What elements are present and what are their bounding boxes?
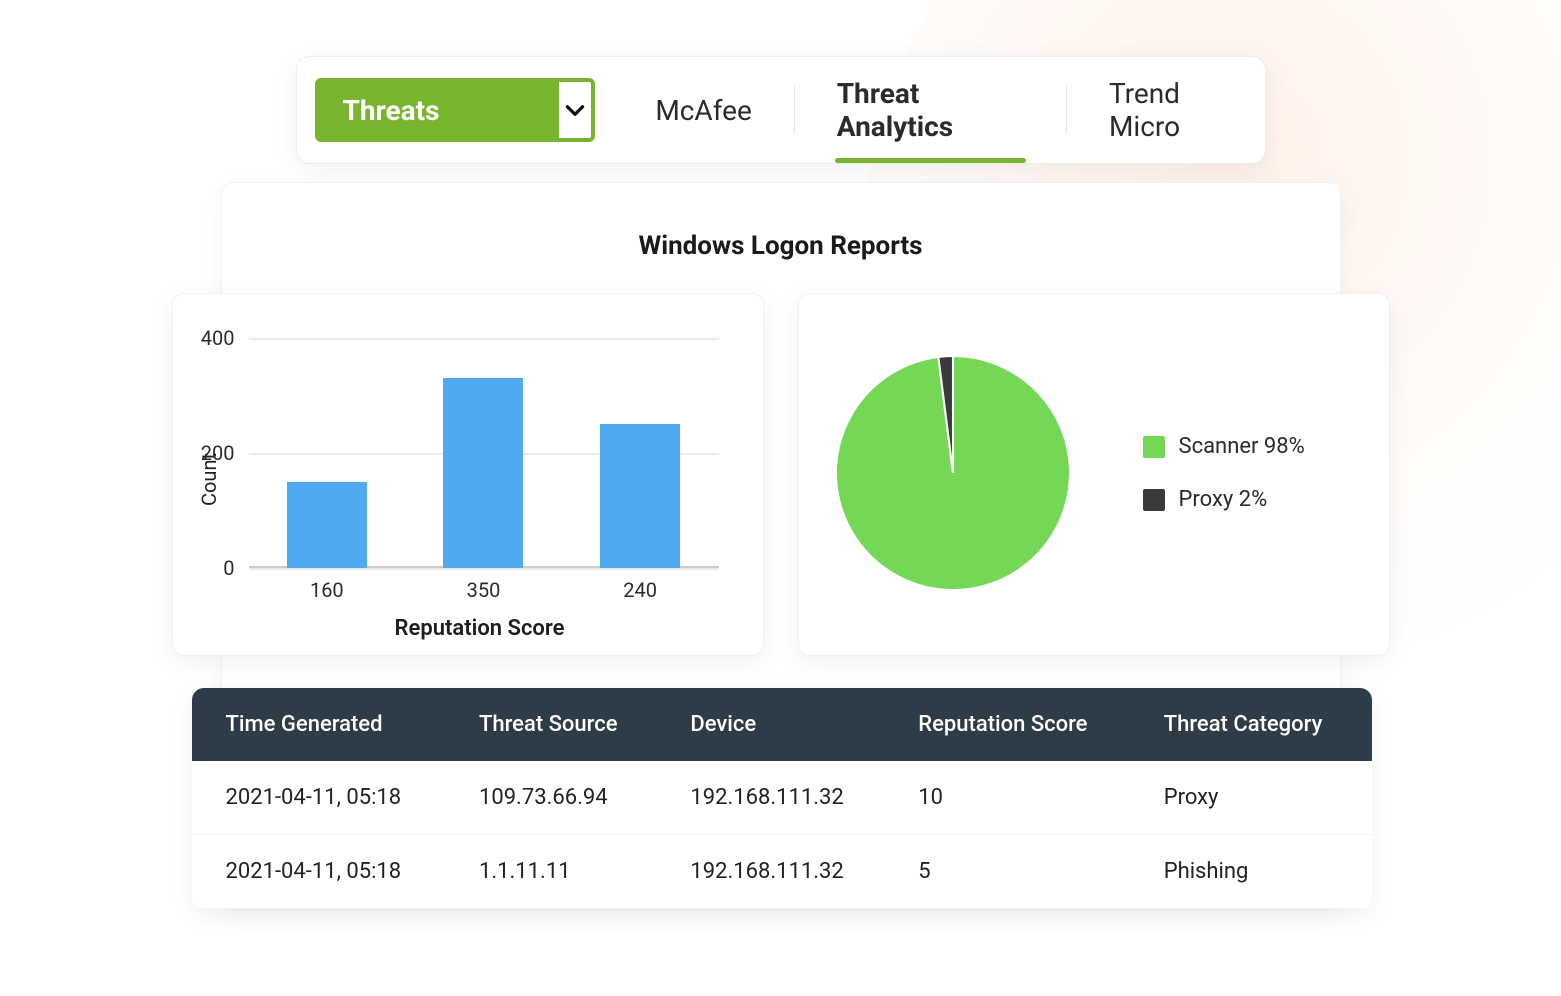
table-row: 2021-04-11, 05:181.1.11.11192.168.111.32… (192, 835, 1372, 909)
pie-chart-legend: Scanner 98% Proxy 2% (1143, 434, 1305, 512)
bar-chart-x-tick: 350 (443, 578, 523, 602)
table-cell: 192.168.111.32 (664, 835, 892, 909)
bar-chart-y-tick: 0 (179, 556, 235, 580)
chevron-down-icon[interactable] (559, 82, 592, 138)
bar-chart-x-axis-label: Reputation Score (221, 616, 739, 641)
bar-chart-x-tick: 160 (287, 578, 367, 602)
pie-chart (823, 343, 1083, 603)
bar-chart: 0200400 160350240 Reputation Score (221, 318, 739, 641)
table-cell: 192.168.111.32 (664, 761, 892, 835)
table-column-header: Reputation Score (892, 688, 1137, 761)
bar-chart-y-tick: 200 (179, 441, 235, 465)
table-cell: 109.73.66.94 (453, 761, 664, 835)
gridline (249, 568, 719, 570)
bar (443, 378, 523, 568)
tab-divider (1066, 86, 1067, 134)
tab-threat-analytics[interactable]: Threat Analytics (835, 71, 1026, 149)
pie-chart-panel: Scanner 98% Proxy 2% (798, 293, 1390, 656)
tab-mcafee[interactable]: McAfee (653, 88, 753, 133)
bar (600, 424, 680, 568)
threat-table: Time GeneratedThreat SourceDeviceReputat… (192, 688, 1372, 909)
table-cell: Phishing (1138, 835, 1372, 909)
table-cell: 2021-04-11, 05:18 (192, 761, 453, 835)
top-tabbar: Threats McAfee Threat Analytics Trend Mi… (296, 56, 1266, 164)
table-cell: 1.1.11.11 (453, 835, 664, 909)
tab-divider (794, 86, 795, 134)
bar-chart-y-axis-label: Count (197, 318, 221, 641)
bar (287, 482, 367, 568)
tab-trend-micro[interactable]: Trend Micro (1107, 71, 1247, 149)
table-cell: 2021-04-11, 05:18 (192, 835, 453, 909)
table-column-header: Threat Source (453, 688, 664, 761)
table-column-header: Threat Category (1138, 688, 1372, 761)
bar-chart-y-tick: 400 (179, 326, 235, 350)
table-column-header: Device (664, 688, 892, 761)
page-title: Windows Logon Reports (222, 231, 1340, 261)
bar-chart-panel: Count 0 200 400 160 350 240 Reputation Score (172, 293, 764, 656)
legend-swatch (1143, 436, 1165, 458)
content-card: Windows Logon Reports Count 0200400 1603… (221, 182, 1341, 910)
legend-label: Scanner 98% (1179, 434, 1305, 459)
threats-dropdown-label: Threats (319, 82, 559, 138)
threats-dropdown[interactable]: Threats (315, 78, 596, 142)
bar-chart-x-tick: 240 (600, 578, 680, 602)
table-column-header: Time Generated (192, 688, 453, 761)
legend-item: Proxy 2% (1143, 487, 1305, 512)
table-cell: 5 (892, 835, 1137, 909)
table-row: 2021-04-11, 05:18109.73.66.94192.168.111… (192, 761, 1372, 835)
table-cell: Proxy (1138, 761, 1372, 835)
legend-label: Proxy 2% (1179, 487, 1268, 512)
table-cell: 10 (892, 761, 1137, 835)
legend-item: Scanner 98% (1143, 434, 1305, 459)
legend-swatch (1143, 489, 1165, 511)
